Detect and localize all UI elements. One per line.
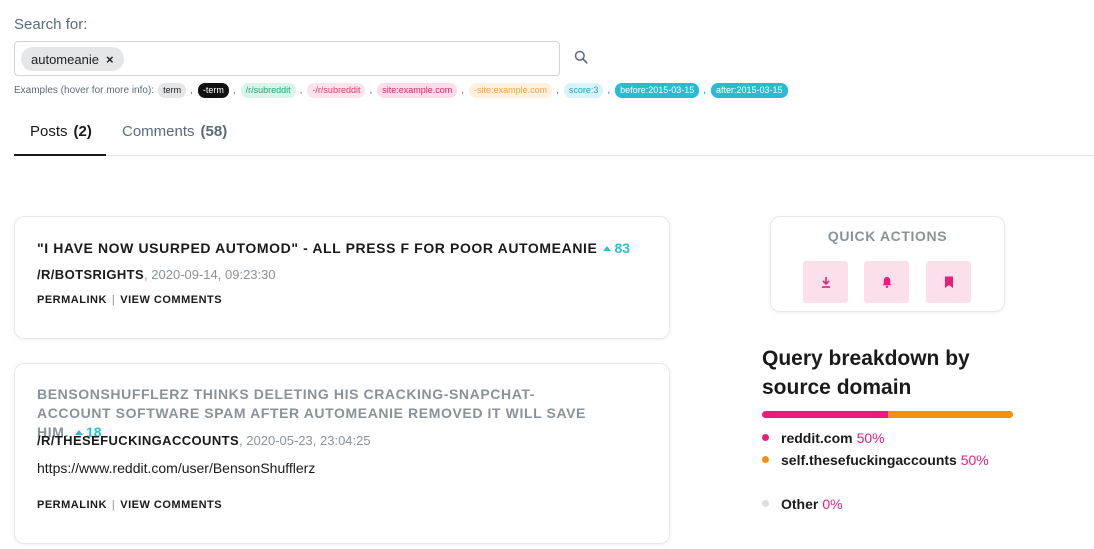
save-search-button[interactable]	[926, 261, 971, 303]
tab-comments[interactable]: Comments (58)	[122, 108, 227, 155]
examples-label: Examples (hover for more info):	[14, 84, 155, 96]
example-separator: ,	[232, 84, 236, 96]
example-separator: ,	[556, 84, 559, 96]
post-subreddit[interactable]: /R/THESEFUCKINGACCOUNTS	[37, 433, 239, 448]
breakdown-item-name: reddit.com	[781, 430, 853, 446]
subscribe-button[interactable]	[864, 261, 909, 303]
quick-actions-panel: QUICK ACTIONS	[770, 216, 1005, 312]
permalink-link[interactable]: PERMALINK	[37, 294, 107, 306]
example-tag[interactable]: -term	[197, 82, 229, 98]
breakdown-bar-reddit	[762, 411, 888, 418]
breakdown-bar-self	[887, 411, 1013, 418]
tab-posts-count: (2)	[73, 122, 92, 140]
post-score: 83	[597, 240, 630, 256]
search-term-chip-label: automeanie	[31, 51, 99, 67]
breakdown-item-pct: 50%	[960, 452, 989, 468]
tab-comments-label: Comments	[122, 123, 195, 140]
example-tag[interactable]: -site:example.com	[469, 82, 553, 98]
example-tag[interactable]: -/r/subreddit	[307, 82, 366, 98]
example-separator: ,	[703, 84, 707, 96]
download-button[interactable]	[803, 261, 848, 303]
results-tabs: Posts (2) Comments (58)	[14, 108, 1094, 156]
post-card: BensonShufflerz thinks deleting his crac…	[14, 363, 670, 544]
example-tag[interactable]: after:2015-03-15	[711, 82, 788, 98]
post-score-value: 83	[614, 240, 631, 256]
post-title[interactable]: "I have now usurped AutoMod" - All press…	[37, 239, 637, 258]
legend-dot	[762, 500, 769, 507]
search-examples: Examples (hover for more info): term, -te…	[14, 82, 788, 98]
example-tag[interactable]: term	[158, 82, 187, 98]
upvote-icon	[603, 246, 612, 251]
example-tag[interactable]: site:example.com	[377, 82, 458, 98]
search-term-chip[interactable]: automeanie ×	[21, 47, 124, 71]
breakdown-title: Query breakdown by source domain	[762, 347, 970, 399]
tab-posts[interactable]: Posts (2)	[14, 108, 106, 156]
search-label: Search for:	[14, 16, 88, 33]
permalink-link[interactable]: PERMALINK	[37, 499, 107, 511]
view-comments-link[interactable]: VIEW COMMENTS	[120, 294, 222, 306]
example-separator: ,	[369, 84, 373, 96]
download-icon	[821, 277, 830, 288]
post-selftext: https://www.reddit.com/user/BensonShuffl…	[37, 460, 316, 476]
post-links: PERMALINK | VIEW COMMENTS	[37, 294, 222, 306]
bell-icon	[882, 277, 891, 288]
link-divider: |	[111, 294, 116, 306]
example-separator: ,	[461, 84, 465, 96]
bookmark-icon	[944, 276, 953, 288]
tab-posts-label: Posts	[30, 122, 68, 140]
link-divider: |	[111, 499, 116, 511]
post-links: PERMALINK | VIEW COMMENTS	[37, 499, 222, 511]
breakdown-item: Other 0%	[762, 493, 843, 515]
post-title-text: "I have now usurped AutoMod" - All press…	[37, 240, 598, 256]
breakdown-item: self.thesefuckingaccounts 50%	[762, 449, 992, 471]
chip-remove-icon[interactable]: ×	[106, 52, 114, 67]
example-tag[interactable]: /r/subreddit	[240, 82, 296, 98]
breakdown-item-pct: 50%	[856, 430, 885, 446]
example-separator: ,	[190, 84, 193, 96]
post-date: , 2020-05-23, 23:04:25	[239, 433, 371, 448]
breakdown-bar	[762, 411, 1013, 418]
post-date: , 2020-09-14, 09:23:30	[144, 267, 276, 282]
breakdown-item-name: self.thesefuckingaccounts	[781, 452, 957, 468]
view-comments-link[interactable]: VIEW COMMENTS	[120, 499, 222, 511]
tab-comments-count: (58)	[200, 123, 228, 140]
example-tag[interactable]: before:2015-03-15	[615, 82, 700, 98]
post-title-text: BensonShufflerz thinks deleting his crac…	[37, 386, 586, 440]
legend-dot	[762, 456, 769, 463]
legend-dot	[762, 434, 769, 441]
post-subreddit[interactable]: /R/BOTSRIGHTS	[37, 267, 144, 282]
post-meta: /R/BOTSRIGHTS, 2020-09-14, 09:23:30	[37, 267, 276, 282]
search-icon[interactable]	[574, 50, 590, 66]
breakdown-item-name: Other	[781, 496, 819, 512]
post-card: "I have now usurped AutoMod" - All press…	[14, 216, 670, 339]
example-separator: ,	[607, 84, 611, 96]
quick-actions-title: QUICK ACTIONS	[827, 228, 948, 244]
post-meta: /R/THESEFUCKINGACCOUNTS, 2020-05-23, 23:…	[37, 433, 371, 448]
search-input[interactable]: automeanie ×	[14, 41, 560, 76]
example-tag[interactable]: score:3	[563, 82, 604, 98]
breakdown-item: reddit.com 50%	[762, 427, 885, 449]
breakdown-item-pct: 0%	[822, 496, 843, 512]
example-separator: ,	[299, 84, 303, 96]
